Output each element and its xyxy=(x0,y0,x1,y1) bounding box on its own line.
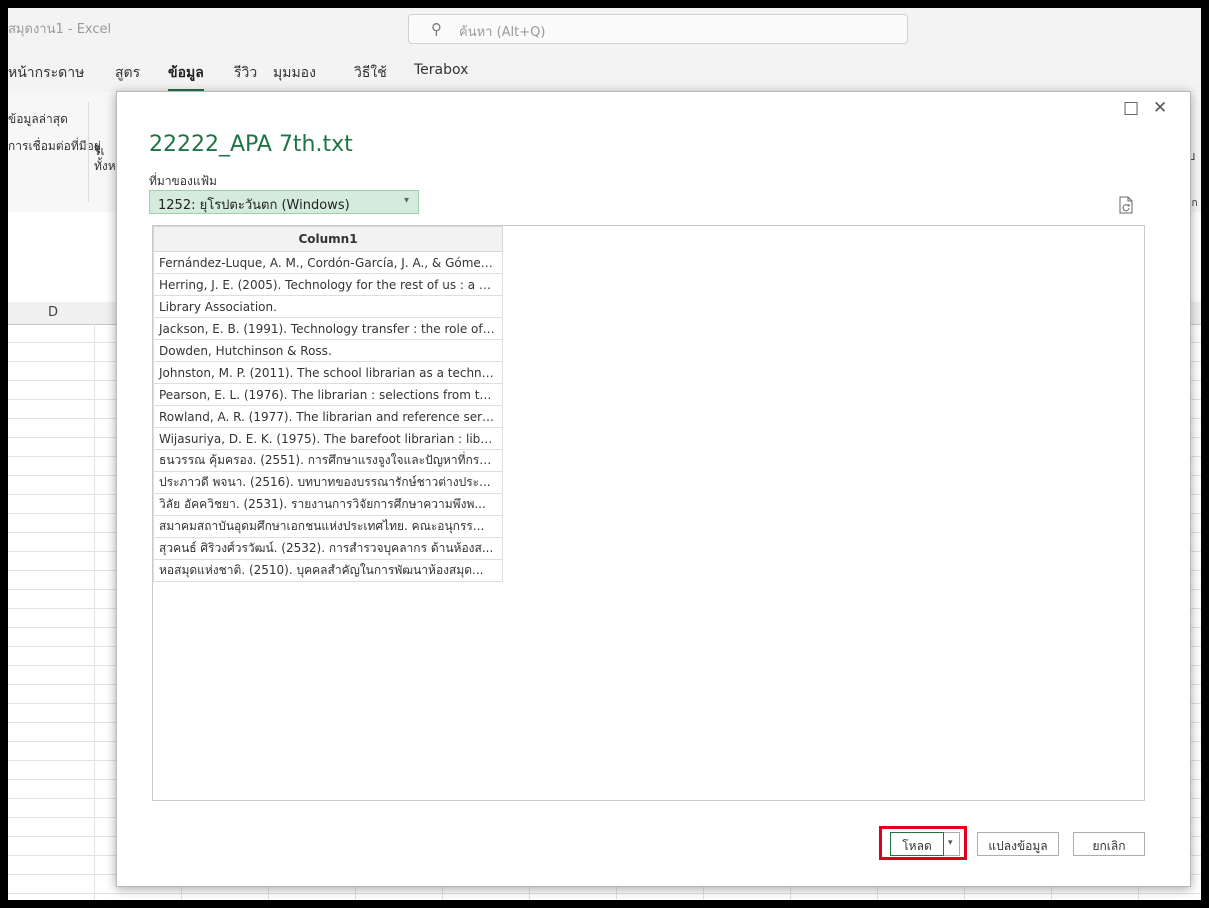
chevron-down-icon: ▾ xyxy=(403,195,409,206)
dialog-title: 22222_APA 7th.txt xyxy=(149,132,353,157)
ribbon-separator xyxy=(88,102,89,202)
table-row: วิลัย อัคควิชยา. (2531). รายงานการวิจัยก… xyxy=(153,493,503,516)
column-header-d[interactable]: D xyxy=(48,305,58,320)
load-dropdown-button[interactable]: ▾ xyxy=(944,832,960,856)
load-button[interactable]: โหลด xyxy=(890,832,944,856)
load-button-label: โหลด xyxy=(902,839,932,853)
table-row: ธนวรรณ คุ้มครอง. (2551). การศึกษาแรงจูงใ… xyxy=(153,449,503,472)
table-row: Library Association. xyxy=(153,295,503,318)
maximize-icon[interactable]: □ xyxy=(1123,98,1139,118)
import-text-dialog: □ ✕ 22222_APA 7th.txt ที่มาของแฟ้ม 1252:… xyxy=(116,91,1191,887)
tab-review[interactable]: รีวิว xyxy=(234,62,257,84)
column-header: Column1 xyxy=(153,226,503,252)
cancel-button[interactable]: ยกเลิก xyxy=(1073,832,1145,856)
tab-data[interactable]: ข้อมูล xyxy=(168,62,204,92)
data-preview: Column1 Fernández-Luque, A. M., Cordón-G… xyxy=(152,225,1145,801)
excel-window: สมุดงาน1 - Excel ⚲ ค้นหา (Alt+Q) หน้ากระ… xyxy=(8,8,1201,900)
transform-data-button[interactable]: แปลงข้อมูล xyxy=(977,832,1059,856)
table-row: หอสมุดแห่งชาติ. (2510). บุคคลสำคัญในการพ… xyxy=(153,559,503,582)
table-row: Dowden, Hutchinson & Ross. xyxy=(153,339,503,362)
table-row: Fernández-Luque, A. M., Cordón-García, J… xyxy=(153,251,503,274)
preview-table: Column1 Fernández-Luque, A. M., Cordón-G… xyxy=(153,226,503,582)
tab-help[interactable]: วิธีใช้ xyxy=(354,62,387,84)
chevron-down-icon: ▾ xyxy=(948,838,953,848)
tab-terabox[interactable]: Terabox xyxy=(414,62,468,78)
table-row: Johnston, M. P. (2011). The school libra… xyxy=(153,361,503,384)
table-row: Pearson, E. L. (1976). The librarian : s… xyxy=(153,383,503,406)
tab-page-layout[interactable]: หน้ากระดาษ xyxy=(8,62,84,84)
transform-data-label: แปลงข้อมูล xyxy=(988,839,1048,853)
recent-sources-button[interactable]: ข้อมูลล่าสุด xyxy=(8,110,68,129)
refresh-all-label-partial-2: ทั้งห xyxy=(94,159,116,173)
table-row: Wijasuriya, D. E. K. (1975). The barefoo… xyxy=(153,427,503,450)
cancel-label: ยกเลิก xyxy=(1092,839,1126,853)
search-icon: ⚲ xyxy=(431,20,442,38)
title-bar: สมุดงาน1 - Excel ⚲ ค้นหา (Alt+Q) xyxy=(8,8,1201,48)
search-placeholder: ค้นหา (Alt+Q) xyxy=(459,25,546,40)
file-origin-label: ที่มาของแฟ้ม xyxy=(149,174,217,188)
tab-view[interactable]: มุมมอง xyxy=(273,62,316,84)
close-icon[interactable]: ✕ xyxy=(1153,98,1167,118)
table-row: Jackson, E. B. (1991). Technology transf… xyxy=(153,317,503,340)
refresh-icon[interactable] xyxy=(1119,196,1133,214)
ribbon-tabs: หน้ากระดาษ สูตร ข้อมูล รีวิว มุมมอง วิธี… xyxy=(8,48,1201,92)
existing-connections-button[interactable]: การเชื่อมต่อที่มีอยู่ xyxy=(8,137,101,156)
table-row: ประภาวดี พจนา. (2516). บทบาทของบรรณารักษ… xyxy=(153,471,503,494)
search-box[interactable]: ⚲ ค้นหา (Alt+Q) xyxy=(408,14,908,44)
table-row: Herring, J. E. (2005). Technology for th… xyxy=(153,273,503,296)
table-row: สมาคมสถาบันอุดมศึกษาเอกชนแห่งประเทศไทย. … xyxy=(153,515,503,538)
file-origin-value: 1252: ยุโรปตะวันตก (Windows) xyxy=(158,198,350,213)
file-origin-select[interactable]: 1252: ยุโรปตะวันตก (Windows) ▾ xyxy=(149,190,419,214)
tab-formulas[interactable]: สูตร xyxy=(115,62,140,84)
app-title: สมุดงาน1 - Excel xyxy=(8,22,112,37)
table-row: Rowland, A. R. (1977). The librarian and… xyxy=(153,405,503,428)
table-row: สุวคนธ์ ศิริวงศ์วรวัฒน์. (2532). การสำรว… xyxy=(153,537,503,560)
